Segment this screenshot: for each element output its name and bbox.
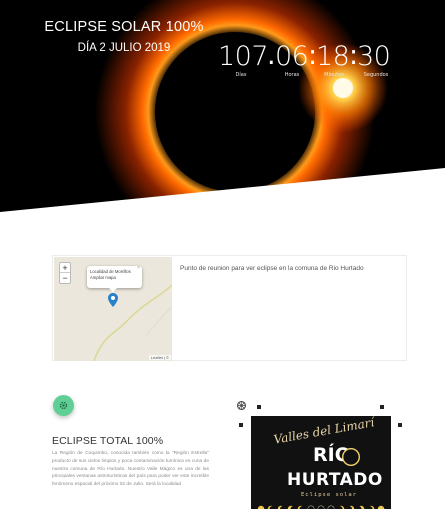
popup-tip [109,288,117,292]
location-map[interactable]: + − × Localidad de Morrillos Ampliar map… [54,257,172,361]
resize-handle[interactable] [380,405,384,409]
zoom-control: + − [59,262,71,284]
resize-handle[interactable] [239,423,243,427]
resize-handle[interactable] [257,405,261,409]
settings-fab-button[interactable] [53,395,74,416]
popup-text: Localidad de Morrillos Ampliar mapa [90,269,131,280]
popup-close-button[interactable]: × [137,265,140,272]
countdown-minutes-label: Minutos [324,72,344,78]
countdown-seconds: 30 [357,41,391,72]
countdown-days-label: Días [235,72,247,78]
resize-handle[interactable] [398,423,402,427]
poster-widget: Valles del Limarí RÍO HURTADO Eclipse so… [236,400,406,509]
hero-date: DÍA 2 JULIO 2019 [77,42,171,54]
hero-banner: ECLIPSE SOLAR 100% DÍA 2 JULIO 2019 107 … [0,0,445,215]
meeting-point-caption: Punto de reunion para ver eclipse en la … [180,265,364,272]
poster-eclipse-text: Eclipse solar [301,492,358,498]
poster-script-text: Valles del Limarí [272,416,376,447]
map-popup: × Localidad de Morrillos Ampliar mapa [87,265,142,292]
poster-hurtado-text: HURTADO [287,470,383,490]
countdown-minutes: 18 [316,41,350,72]
section-paragraph: La Región de Coquimbo, conocida también … [52,451,209,488]
map-marker-icon[interactable] [108,293,118,307]
zoom-out-button[interactable]: − [60,273,70,283]
gear-icon[interactable] [236,400,247,411]
map-attribution[interactable]: Leaflet | © [148,355,171,360]
rio-hurtado-poster-image: Valles del Limarí RÍO HURTADO Eclipse so… [251,416,391,509]
zoom-in-button[interactable]: + [60,263,70,273]
section-title: ECLIPSE TOTAL 100% [52,435,164,447]
countdown-days: 107 [218,41,269,72]
gear-icon [59,401,68,410]
countdown-seconds-label: Segundos [363,72,389,78]
countdown-timer: 107 . 06 : 18 : 30 Días Horas Minutos Se… [218,41,398,81]
countdown-hours: 06 [275,41,309,72]
countdown-hours-label: Horas [284,72,300,78]
eclipse-icon [342,448,360,466]
eclipse-phases-icon [257,505,385,509]
hero-title: ECLIPSE SOLAR 100% [44,19,204,35]
meeting-point-card: + − × Localidad de Morrillos Ampliar map… [52,255,407,361]
